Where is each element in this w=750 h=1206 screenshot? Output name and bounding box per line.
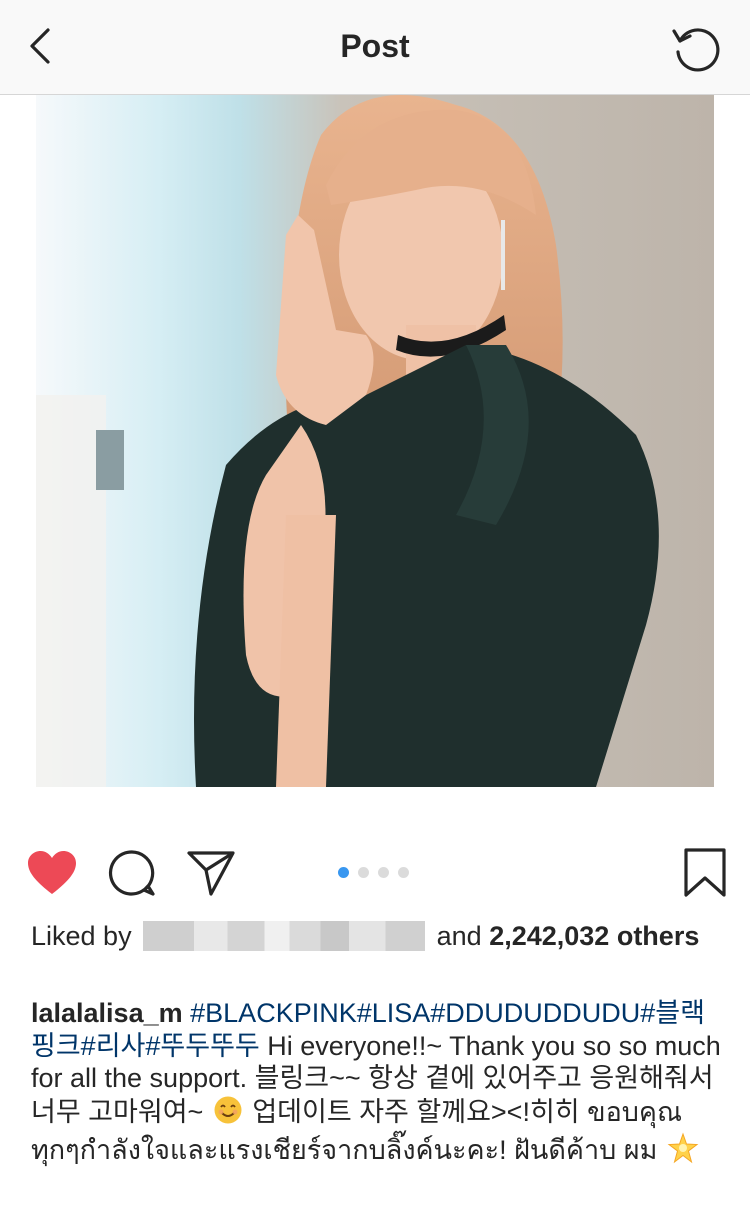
heart-icon bbox=[28, 851, 76, 894]
post-photo[interactable] bbox=[36, 95, 714, 787]
post-caption: lalalalisa_m #BLACKPINK#LISA#DDUDUDDUDU#… bbox=[31, 997, 721, 1172]
paper-plane-icon bbox=[187, 851, 235, 896]
share-button[interactable] bbox=[186, 850, 236, 901]
post-actions-bar bbox=[0, 840, 750, 906]
glowing-star-icon bbox=[667, 1132, 699, 1172]
pagination-dot bbox=[378, 867, 389, 878]
caption-username[interactable]: lalalalisa_m bbox=[31, 998, 183, 1028]
navigation-bar: Post bbox=[0, 0, 750, 95]
likes-others-label[interactable]: others bbox=[617, 921, 700, 951]
likes-summary: Liked by and 2,242,032 others bbox=[31, 920, 721, 955]
bookmark-icon bbox=[684, 848, 726, 897]
liked-by-label: Liked by bbox=[31, 921, 132, 951]
smiling-face-icon bbox=[213, 1095, 243, 1133]
likes-and-label: and bbox=[436, 921, 482, 951]
refresh-button[interactable] bbox=[670, 22, 722, 74]
comment-icon bbox=[108, 850, 155, 896]
refresh-icon bbox=[672, 28, 720, 72]
pagination-dot bbox=[398, 867, 409, 878]
comment-button[interactable] bbox=[108, 850, 156, 903]
likes-count[interactable]: 2,242,032 bbox=[489, 921, 609, 951]
redacted-username bbox=[143, 920, 426, 951]
page-title: Post bbox=[340, 28, 410, 64]
pagination-dot bbox=[358, 867, 369, 878]
save-button[interactable] bbox=[684, 848, 726, 903]
pagination-dot-active bbox=[338, 867, 349, 878]
carousel-pagination bbox=[338, 865, 418, 878]
like-button[interactable] bbox=[27, 850, 77, 901]
post-photo-image bbox=[36, 95, 714, 787]
